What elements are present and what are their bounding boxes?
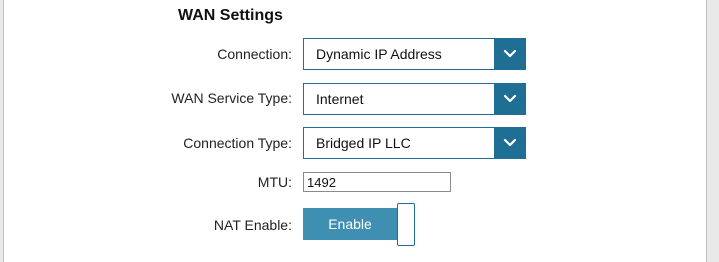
connection-value: Dynamic IP Address [316, 46, 442, 62]
connection-select[interactable]: Dynamic IP Address [303, 38, 526, 70]
section-title: WAN Settings [178, 7, 283, 24]
connection-type-label: Connection Type: [183, 135, 292, 151]
chevron-down-icon[interactable] [494, 83, 526, 115]
mtu-input[interactable] [303, 172, 451, 192]
toggle-knob[interactable] [397, 203, 415, 246]
nat-enable-label: NAT Enable: [213, 217, 292, 233]
wan-service-type-value: Internet [316, 91, 364, 107]
connection-type-value: Bridged IP LLC [316, 135, 411, 151]
chevron-down-icon[interactable] [494, 38, 526, 70]
connection-label: Connection: [217, 46, 292, 62]
wan-service-type-label: WAN Service Type: [171, 90, 292, 106]
wan-service-type-select[interactable]: Internet [303, 83, 526, 115]
nat-enable-toggle[interactable]: Enable [303, 203, 415, 246]
connection-type-select[interactable]: Bridged IP LLC [303, 127, 526, 159]
chevron-down-icon[interactable] [494, 127, 526, 159]
mtu-label: MTU: [257, 174, 292, 190]
wan-settings-panel: WAN Settings Connection: Dynamic IP Addr… [3, 0, 707, 262]
nat-enable-button[interactable]: Enable [303, 208, 397, 240]
